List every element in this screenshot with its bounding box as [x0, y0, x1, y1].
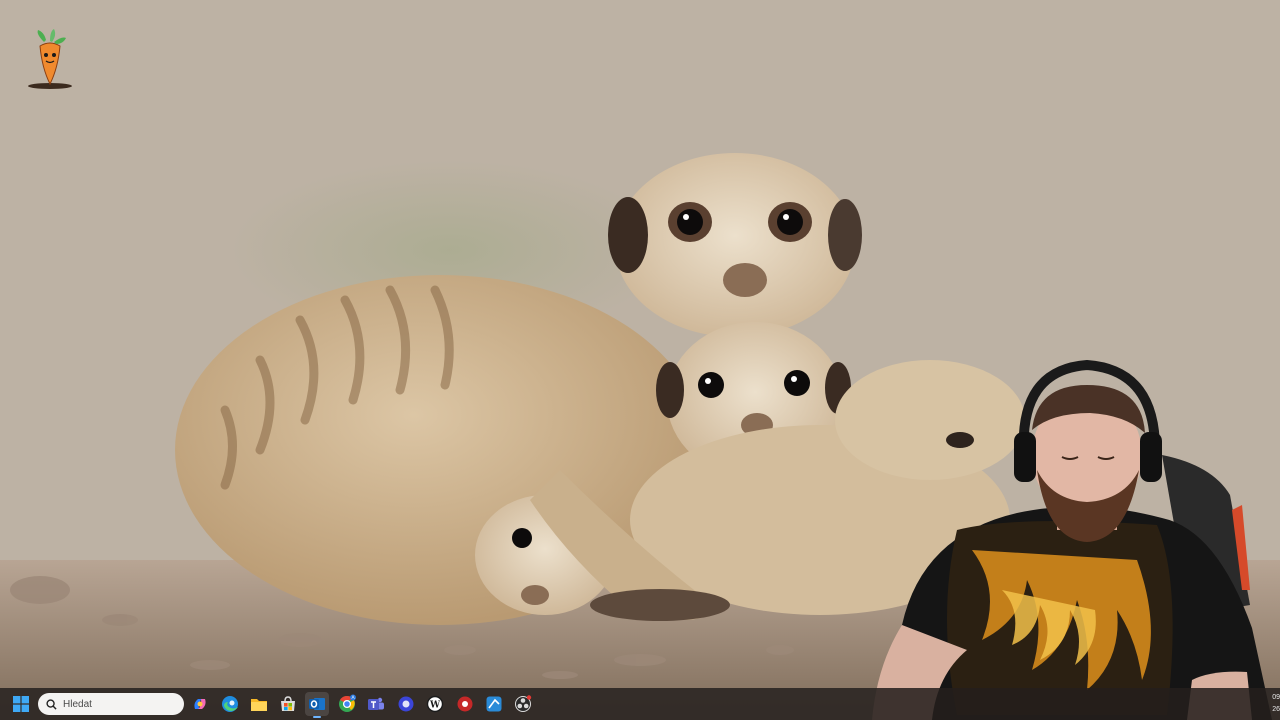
carrot-app-icon[interactable] — [24, 28, 76, 92]
obs-icon[interactable] — [511, 692, 535, 716]
microsoft-store-icon[interactable] — [276, 692, 300, 716]
edge-browser-icon[interactable] — [218, 692, 242, 716]
outlook-icon[interactable] — [305, 692, 329, 718]
copilot-icon[interactable] — [188, 692, 212, 716]
taskbar-search-box[interactable]: Hledat — [38, 693, 184, 715]
taskbar: Hledat A W 09 26 — [0, 688, 1280, 720]
svg-text:W: W — [429, 701, 441, 711]
system-clock[interactable]: 09 26 — [1266, 692, 1280, 716]
teams-icon[interactable] — [364, 692, 388, 716]
file-explorer-icon[interactable] — [247, 692, 271, 716]
desktop: Hledat A W 09 26 — [0, 0, 1280, 720]
wordpress-icon[interactable]: W — [423, 692, 447, 716]
search-placeholder: Hledat — [63, 698, 92, 710]
sketch-app-icon[interactable] — [482, 692, 506, 716]
search-icon — [46, 698, 57, 710]
clock-date-fragment: 26 — [1272, 706, 1280, 713]
record-icon[interactable] — [453, 692, 477, 716]
chrome-icon[interactable]: A — [335, 692, 359, 716]
windows-start-icon[interactable] — [9, 692, 33, 716]
app-circle-icon[interactable] — [394, 692, 418, 716]
webcam-overlay — [872, 360, 1272, 720]
clock-time-fragment: 09 — [1272, 694, 1280, 701]
